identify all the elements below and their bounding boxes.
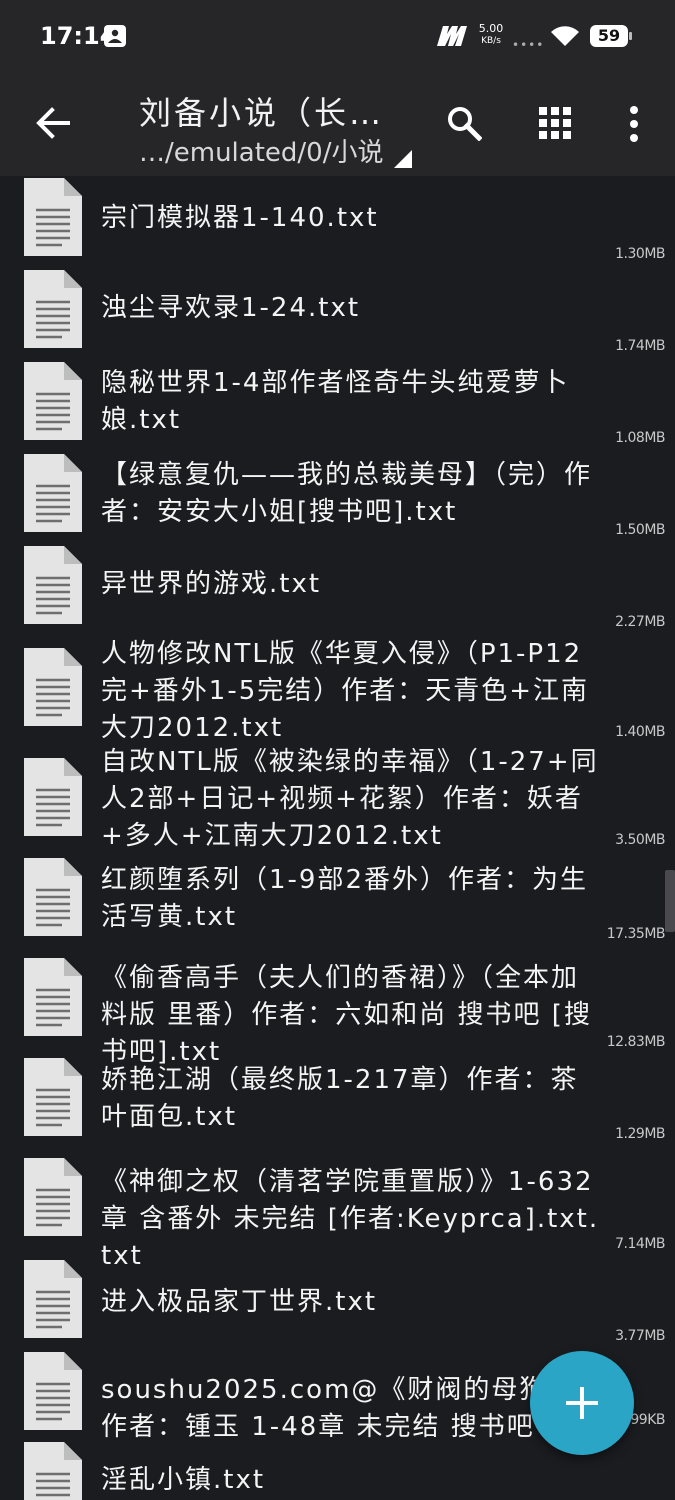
more-vert-icon[interactable] <box>626 104 642 144</box>
file-list[interactable]: 宗门模拟器1-140.txt 1.30MB 浊尘寻欢录1-24.txt 1.74MB… <box>0 176 675 1500</box>
file-size: 12.83MB <box>606 1034 666 1050</box>
grid-view-icon[interactable] <box>539 107 571 139</box>
file-name: 自改NTL版《被染绿的幸福》（1-27+同人2部+日记+视频+花絮）作者：妖者+… <box>101 747 599 851</box>
text-file-icon <box>24 1260 82 1338</box>
wifi-icon <box>551 26 579 46</box>
search-icon[interactable] <box>446 105 482 141</box>
text-file-icon <box>24 178 82 256</box>
file-name: 娇艳江湖（最终版1-217章）作者：茶叶面包.txt <box>101 1065 579 1132</box>
file-name: 《偷香高手（夫人们的香裙）》（全本加料版 里番）作者：六如和尚 搜书吧 [搜书吧… <box>101 963 592 1067</box>
list-item[interactable]: 异世界的游戏.txt 2.27MB <box>0 176 675 1500</box>
text-file-icon <box>24 362 82 440</box>
photo-notification-icon <box>104 25 126 47</box>
file-size: 1.30MB <box>615 246 665 262</box>
list-item[interactable]: soushu2025.com@《财阀的母狗们》作者：锺玉 1-48章 未完结 搜… <box>0 176 675 1500</box>
list-item[interactable]: 《偷香高手（夫人们的香裙）》（全本加料版 里番）作者：六如和尚 搜书吧 [搜书吧… <box>0 176 675 1500</box>
file-name: 【绿意复仇——我的总裁美母】（完）作者：安安大小姐[搜书吧].txt <box>101 460 593 527</box>
file-name: 《神御之权（清茗学院重置版）》1-632章 含番外 未完结 [作者:Keyprc… <box>101 1167 600 1271</box>
dropdown-triangle-icon[interactable] <box>394 150 412 168</box>
file-size: 2.27MB <box>615 614 665 630</box>
text-file-icon <box>24 1352 82 1430</box>
add-fab-button[interactable] <box>530 1351 634 1455</box>
list-item[interactable]: 【绿意复仇——我的总裁美母】（完）作者：安安大小姐[搜书吧].txt 1.50MB <box>0 176 675 1500</box>
scrollbar-thumb[interactable] <box>665 870 675 932</box>
status-bar: 17:14 5.00 KB/s •••• 59 <box>0 0 675 72</box>
list-item[interactable]: 隐秘世界1-4部作者怪奇牛头纯爱萝卜娘.txt 1.08MB <box>0 176 675 1500</box>
list-item[interactable]: 进入极品家丁世界.txt 3.77MB <box>0 176 675 1500</box>
list-item[interactable]: 红颜堕系列（1-9部2番外）作者：为生活写黄.txt 17.35MB <box>0 176 675 1500</box>
file-name: 浊尘寻欢录1-24.txt <box>101 293 361 323</box>
battery-icon: 59 <box>590 25 632 47</box>
list-item[interactable]: 淫乱小镇.txt <box>0 176 675 1500</box>
text-file-icon <box>24 958 82 1036</box>
file-size: 17.35MB <box>606 926 666 942</box>
file-name: 进入极品家丁世界.txt <box>101 1287 378 1317</box>
text-file-icon <box>24 454 82 532</box>
speed-value: 5.00 <box>478 22 504 35</box>
file-size: 1.74MB <box>615 338 665 354</box>
network-speed: 5.00 KB/s <box>478 22 504 48</box>
file-name: 人物修改NTL版《华夏入侵》（P1-P12完+番外1-5完结）作者：天青色+江南… <box>101 639 590 743</box>
file-name: 异世界的游戏.txt <box>101 569 322 599</box>
file-size: 1.29MB <box>615 1126 665 1142</box>
text-file-icon <box>24 858 82 936</box>
back-arrow-icon[interactable] <box>34 104 72 142</box>
file-size: 1.40MB <box>615 724 665 740</box>
file-name: 宗门模拟器1-140.txt <box>101 203 379 233</box>
text-file-icon <box>24 270 82 348</box>
file-name: 淫乱小镇.txt <box>101 1465 266 1495</box>
text-file-icon <box>24 1442 82 1500</box>
folder-path[interactable]: …/emulated/0/小说 <box>139 132 383 169</box>
text-file-icon <box>24 758 82 836</box>
file-name: 隐秘世界1-4部作者怪奇牛头纯爱萝卜娘.txt <box>101 368 570 435</box>
folder-title[interactable]: 刘备小说（长… <box>139 88 384 134</box>
file-name: 红颜堕系列（1-9部2番外）作者：为生活写黄.txt <box>101 865 589 932</box>
list-item[interactable]: 《神御之权（清茗学院重置版）》1-632章 含番外 未完结 [作者:Keyprc… <box>0 176 675 1500</box>
list-item[interactable]: 人物修改NTL版《华夏入侵》（P1-P12完+番外1-5完结）作者：天青色+江南… <box>0 176 675 1500</box>
text-file-icon <box>24 1058 82 1136</box>
list-item[interactable]: 娇艳江湖（最终版1-217章）作者：茶叶面包.txt 1.29MB <box>0 176 675 1500</box>
signal-dots-icon: •••• <box>512 38 545 52</box>
text-file-icon <box>24 1158 82 1236</box>
text-file-icon <box>24 648 82 726</box>
text-file-icon <box>24 546 82 624</box>
file-size: 3.50MB <box>615 832 665 848</box>
file-size: 1.08MB <box>615 430 665 446</box>
plus-icon <box>566 1387 598 1419</box>
m-app-icon <box>437 26 467 46</box>
speed-unit: KB/s <box>481 36 501 46</box>
list-item[interactable]: 宗门模拟器1-140.txt 1.30MB <box>0 176 675 1500</box>
list-item[interactable]: 自改NTL版《被染绿的幸福》（1-27+同人2部+日记+视频+花絮）作者：妖者+… <box>0 176 675 1500</box>
battery-level: 59 <box>597 26 621 45</box>
file-size: 3.77MB <box>615 1328 665 1344</box>
file-size: 7.14MB <box>615 1236 665 1252</box>
list-item[interactable]: 浊尘寻欢录1-24.txt 1.74MB <box>0 176 675 1500</box>
file-size: 1.50MB <box>615 522 665 538</box>
